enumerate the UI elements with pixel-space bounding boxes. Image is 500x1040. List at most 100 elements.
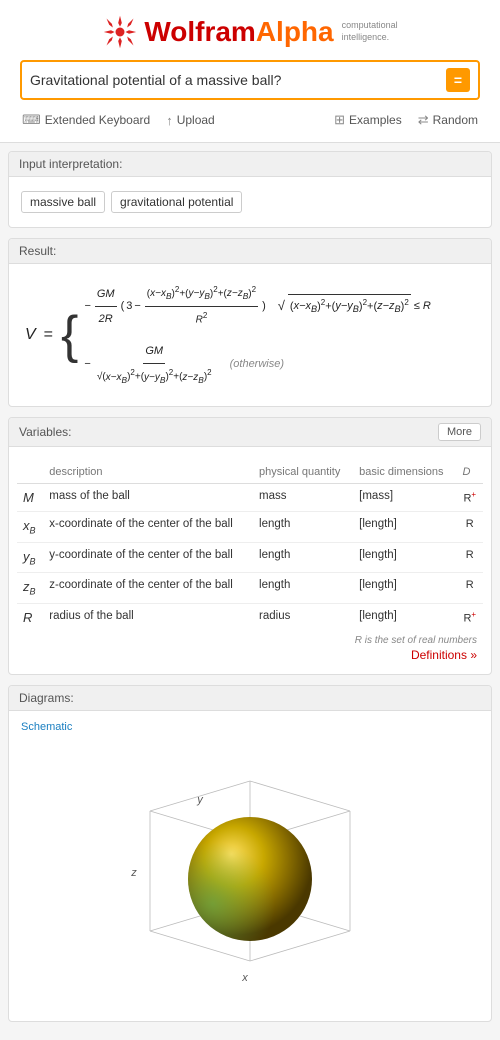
result-body: V = { − GM 2R ( bbox=[9, 264, 491, 406]
schematic-label: Schematic bbox=[21, 721, 479, 733]
examples-icon: ⊞ bbox=[334, 112, 345, 128]
var-pq-R: radius bbox=[253, 604, 353, 632]
var-bd-M: [mass] bbox=[353, 484, 456, 512]
search-submit-button[interactable]: = bbox=[446, 68, 470, 92]
table-row: zB z-coordinate of the center of the bal… bbox=[17, 573, 483, 604]
var-bd-zB: [length] bbox=[353, 573, 456, 604]
upload-button[interactable]: ↑ Upload bbox=[166, 112, 215, 128]
variables-table-body: M mass of the ball mass [mass] R+ xB x-c… bbox=[17, 484, 483, 631]
logo-text: WolframAlpha bbox=[144, 16, 333, 48]
var-d-R: R+ bbox=[457, 604, 483, 632]
input-interpretation-header: Input interpretation: bbox=[9, 152, 491, 177]
upload-label: Upload bbox=[177, 113, 215, 127]
frac-dist-R2: (x−xB)2+(y−yB)2+(z−zB)2 R2 bbox=[145, 282, 258, 330]
sphere-diagram: x z y bbox=[21, 741, 479, 1011]
interpretation-tags: massive ball gravitational potential bbox=[21, 187, 479, 217]
formula-area: V = { − GM 2R ( bbox=[21, 274, 479, 396]
examples-label: Examples bbox=[349, 113, 402, 127]
var-pq-zB: length bbox=[253, 573, 353, 604]
header: WolframAlpha computational intelligence.… bbox=[0, 0, 500, 143]
var-desc-xB: x-coordinate of the center of the ball bbox=[43, 512, 253, 543]
frac-GM-dist: GM √(x−xB)2+(y−yB)2+(z−zB)2 bbox=[95, 340, 214, 388]
var-bd-xB: [length] bbox=[353, 512, 456, 543]
variables-table: description physical quantity basic dime… bbox=[17, 461, 483, 631]
result-card: Result: V = { − GM bbox=[8, 238, 492, 407]
search-input[interactable] bbox=[30, 72, 446, 88]
r-footnote: R is the set of real numbers bbox=[17, 631, 483, 646]
main-content: Input interpretation: massive ball gravi… bbox=[0, 143, 500, 1040]
random-icon: ⇄ bbox=[418, 112, 429, 128]
logo-tagline: computational intelligence. bbox=[342, 20, 398, 43]
diagram-svg: x z y bbox=[120, 751, 380, 991]
toolbar: ⌨ Extended Keyboard ↑ Upload ⊞ Examples … bbox=[10, 108, 490, 136]
input-interpretation-card: Input interpretation: massive ball gravi… bbox=[8, 151, 492, 228]
diagrams-card: Diagrams: Schematic bbox=[8, 685, 492, 1022]
var-symbol-xB: xB bbox=[17, 512, 43, 543]
diagrams-body: Schematic bbox=[9, 711, 491, 1021]
var-d-xB: R bbox=[457, 512, 483, 543]
var-d-yB: R bbox=[457, 542, 483, 573]
var-d-zB: R bbox=[457, 573, 483, 604]
table-row: yB y-coordinate of the center of the bal… bbox=[17, 542, 483, 573]
var-bd-yB: [length] bbox=[353, 542, 456, 573]
formula-V: V bbox=[25, 319, 36, 351]
axis-z-label: z bbox=[130, 867, 137, 879]
var-desc-yB: y-coordinate of the center of the ball bbox=[43, 542, 253, 573]
var-symbol-M: M bbox=[17, 484, 43, 512]
axis-y-label: y bbox=[196, 794, 204, 806]
extended-keyboard-button[interactable]: ⌨ Extended Keyboard bbox=[22, 112, 150, 128]
var-symbol-R: R bbox=[17, 604, 43, 632]
variables-header-row: Variables: More bbox=[19, 423, 481, 441]
variables-table-head: description physical quantity basic dime… bbox=[17, 461, 483, 484]
toolbar-right: ⊞ Examples ⇄ Random bbox=[334, 112, 478, 128]
var-pq-M: mass bbox=[253, 484, 353, 512]
search-bar: = bbox=[20, 60, 480, 100]
result-header: Result: bbox=[9, 239, 491, 264]
examples-button[interactable]: ⊞ Examples bbox=[334, 112, 402, 128]
var-pq-yB: length bbox=[253, 542, 353, 573]
formula-main-row: V = { − GM 2R ( bbox=[25, 282, 475, 388]
extended-keyboard-label: Extended Keyboard bbox=[45, 113, 150, 127]
variables-header-row-th: description physical quantity basic dime… bbox=[17, 461, 483, 484]
col-basic-dimensions: basic dimensions bbox=[353, 461, 456, 484]
sphere-overlay bbox=[188, 817, 312, 941]
logo-wolfram: Wolfram bbox=[144, 16, 256, 47]
table-row: xB x-coordinate of the center of the bal… bbox=[17, 512, 483, 543]
wolfram-logo-icon bbox=[102, 14, 138, 50]
tag-massive-ball: massive ball bbox=[21, 191, 105, 213]
var-bd-R: [length] bbox=[353, 604, 456, 632]
keyboard-icon: ⌨ bbox=[22, 112, 41, 128]
upload-icon: ↑ bbox=[166, 113, 173, 128]
variables-body: description physical quantity basic dime… bbox=[9, 447, 491, 674]
otherwise-label: (otherwise) bbox=[230, 353, 284, 375]
var-d-M: R+ bbox=[457, 484, 483, 512]
var-desc-zB: z-coordinate of the center of the ball bbox=[43, 573, 253, 604]
var-pq-xB: length bbox=[253, 512, 353, 543]
var-desc-M: mass of the ball bbox=[43, 484, 253, 512]
case1-condition: √ (x−xB)2+(y−yB)2+(z−zB)2 ≤ R bbox=[278, 293, 431, 319]
var-desc-R: radius of the ball bbox=[43, 604, 253, 632]
definitions-link[interactable]: Definitions » bbox=[17, 646, 483, 668]
case2-expr: − GM √(x−xB)2+(y−yB)2+(z−zB)2 bbox=[84, 340, 215, 388]
formula-cases: − GM 2R ( 3 − (x−xB)2+(y−yB)2+(z−zB)2 bbox=[84, 282, 430, 388]
case-row-2: − GM √(x−xB)2+(y−yB)2+(z−zB)2 (otherwise… bbox=[84, 340, 430, 388]
formula-equals: = bbox=[44, 319, 53, 351]
var-symbol-yB: yB bbox=[17, 542, 43, 573]
tag-gravitational-potential: gravitational potential bbox=[111, 191, 242, 213]
col-description: description bbox=[43, 461, 253, 484]
more-button[interactable]: More bbox=[438, 423, 481, 441]
logo-container: WolframAlpha computational intelligence. bbox=[10, 14, 490, 50]
random-label: Random bbox=[433, 113, 478, 127]
col-physical-quantity: physical quantity bbox=[253, 461, 353, 484]
var-symbol-zB: zB bbox=[17, 573, 43, 604]
table-row: R radius of the ball radius [length] R+ bbox=[17, 604, 483, 632]
diagrams-header: Diagrams: bbox=[9, 686, 491, 711]
col-domain: D bbox=[457, 461, 483, 484]
variables-card: Variables: More description physical qua… bbox=[8, 417, 492, 675]
logo-alpha: Alpha bbox=[256, 16, 334, 47]
col-symbol bbox=[17, 461, 43, 484]
formula-brace: { bbox=[61, 312, 78, 359]
variables-header: Variables: More bbox=[9, 418, 491, 447]
toolbar-left: ⌨ Extended Keyboard ↑ Upload bbox=[22, 112, 334, 128]
random-button[interactable]: ⇄ Random bbox=[418, 112, 478, 128]
